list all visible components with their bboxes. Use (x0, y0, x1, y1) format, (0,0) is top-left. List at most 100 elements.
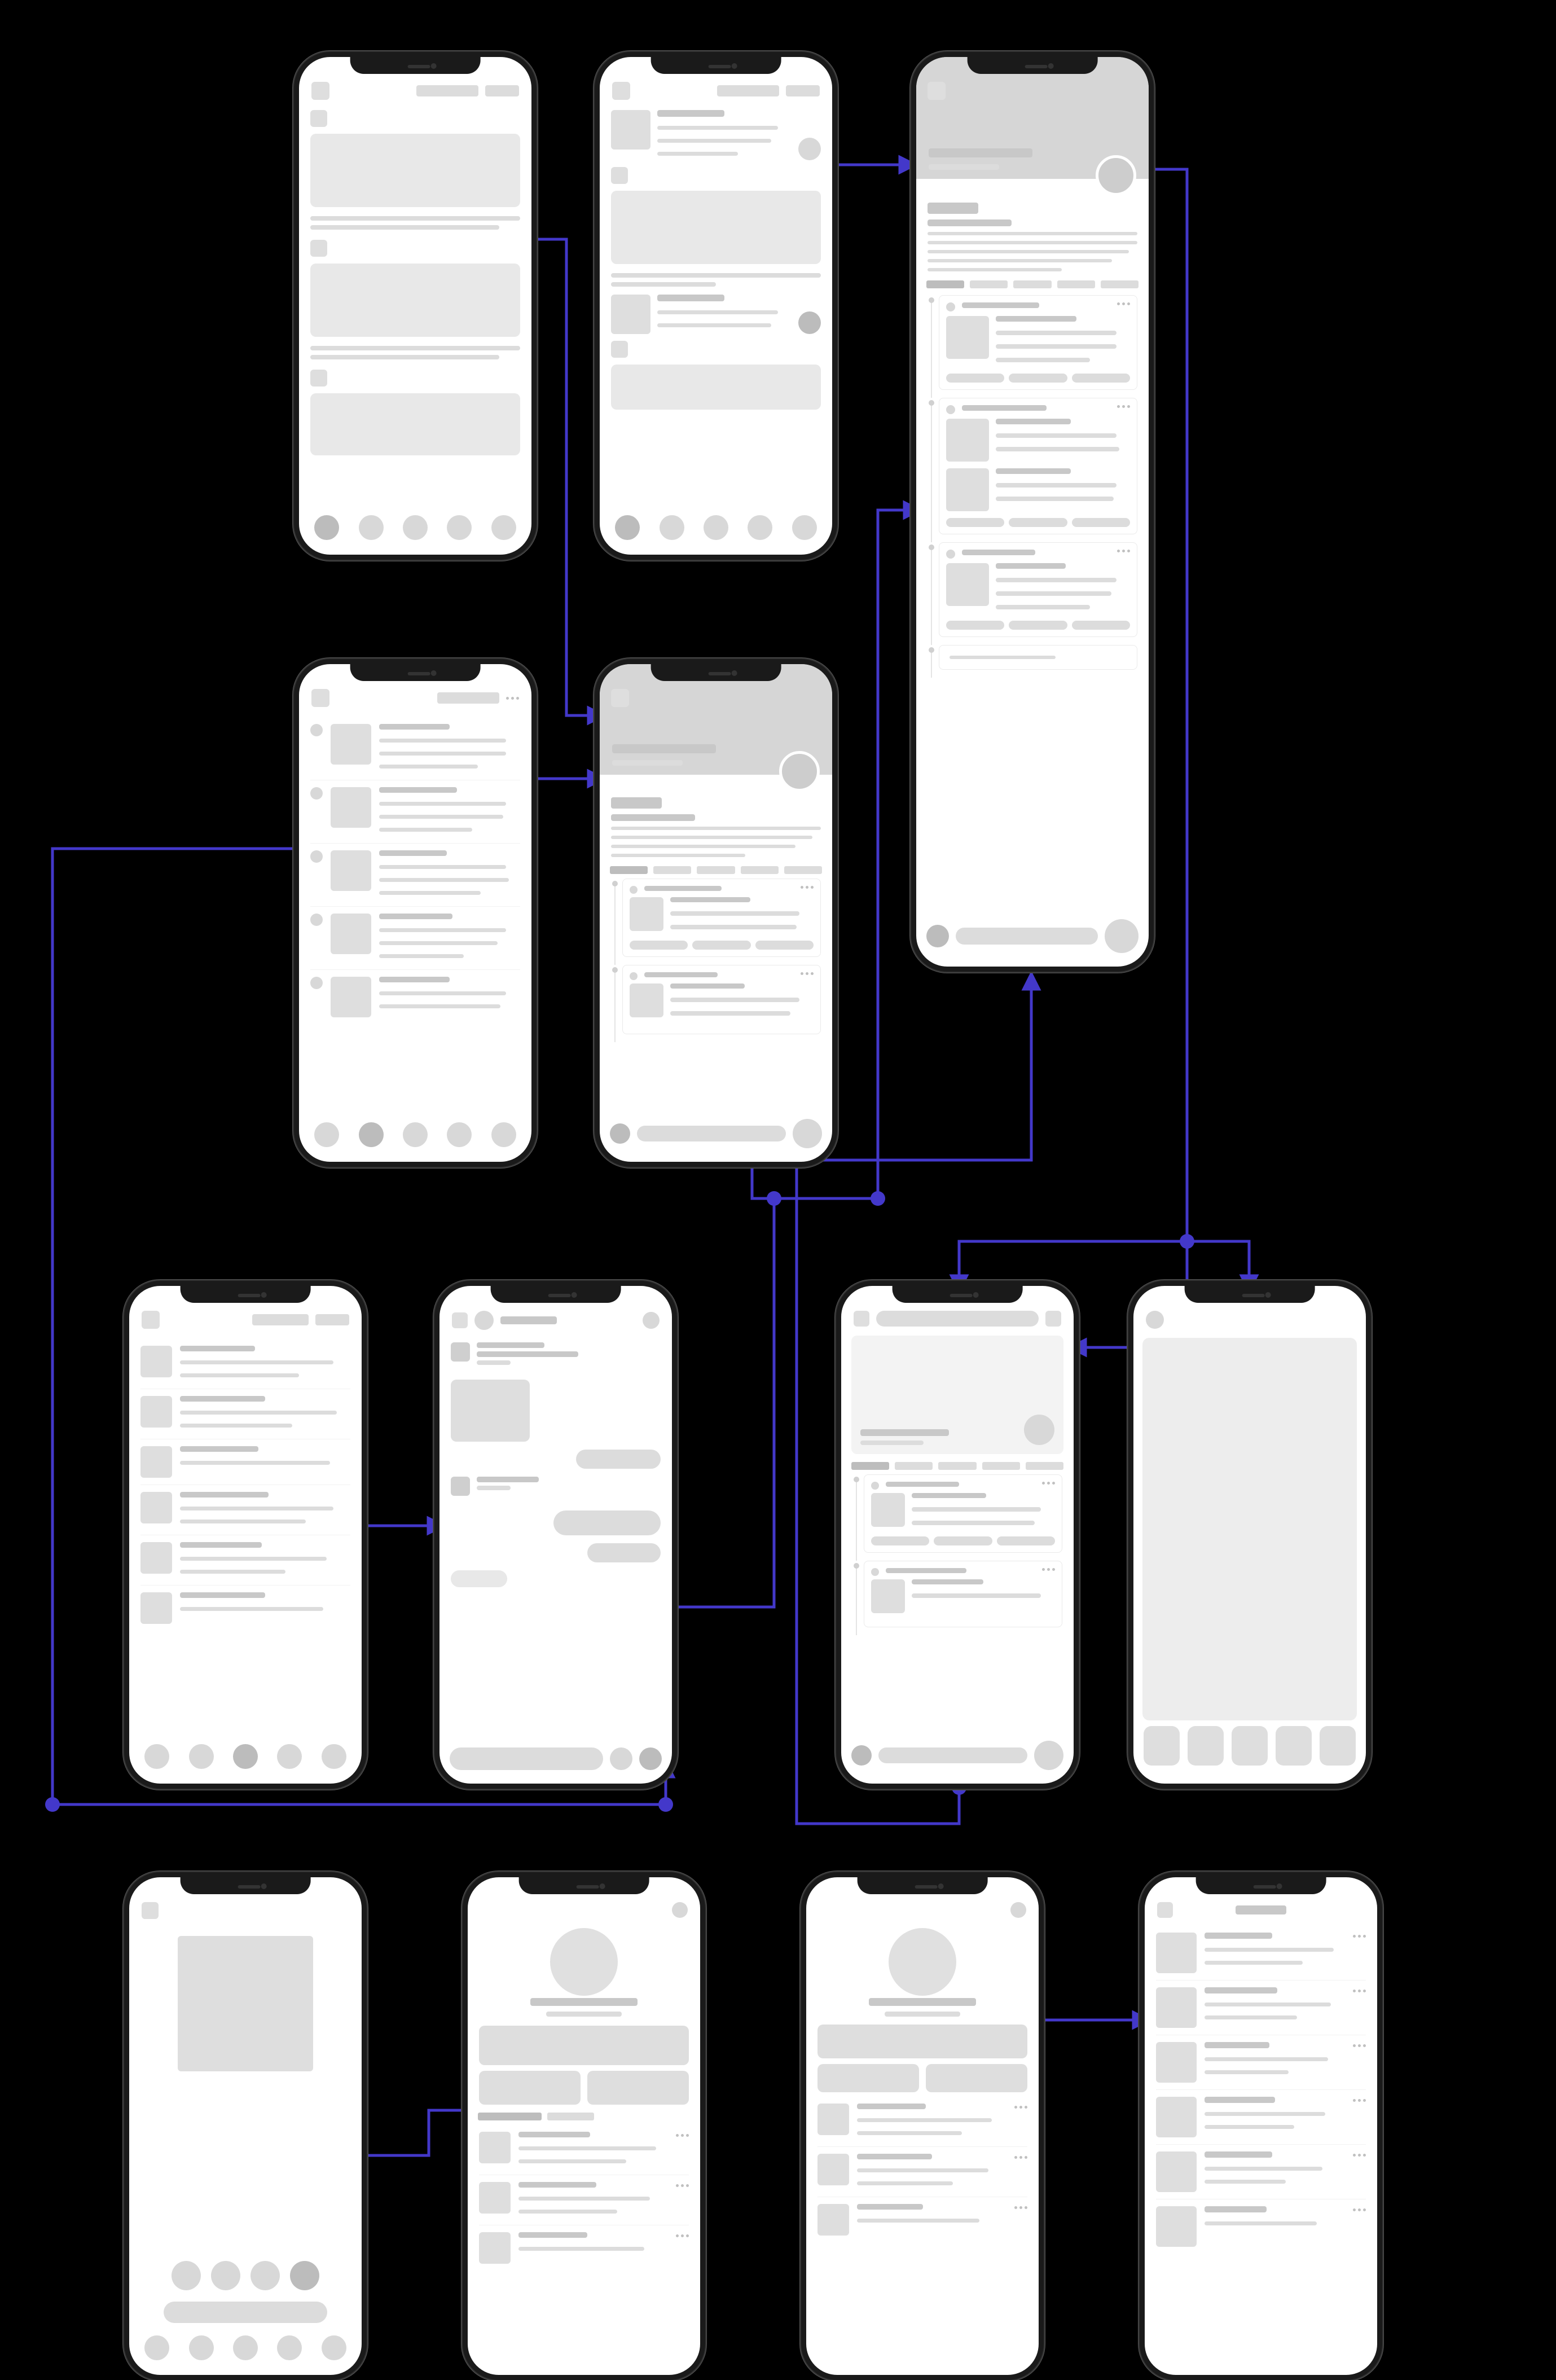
tab[interactable] (895, 1462, 933, 1470)
list-item[interactable] (1156, 2199, 1366, 2254)
settings-icon[interactable] (672, 1902, 688, 1918)
chat-input[interactable] (450, 1747, 603, 1770)
list-item[interactable] (817, 2147, 1027, 2197)
post-avatar[interactable] (310, 110, 327, 127)
profile-avatar[interactable] (550, 1928, 618, 1996)
fab[interactable] (793, 1119, 822, 1148)
tab[interactable] (1101, 280, 1139, 288)
tab-pill-2[interactable] (786, 85, 820, 96)
nav-tab[interactable] (277, 2335, 302, 2360)
chip[interactable] (611, 797, 662, 809)
nav-tab[interactable] (189, 2335, 214, 2360)
share-target[interactable] (1276, 1726, 1312, 1766)
back-icon[interactable] (1157, 1902, 1173, 1918)
list-item[interactable] (817, 2097, 1027, 2147)
hero-avatar[interactable] (779, 751, 820, 792)
list-item[interactable] (310, 907, 520, 970)
avatar-icon[interactable] (311, 689, 329, 707)
tab[interactable] (938, 1462, 976, 1470)
more-icon[interactable] (1014, 2106, 1027, 2109)
tab[interactable] (653, 866, 691, 874)
nav-tab[interactable] (233, 2335, 258, 2360)
nav-tab[interactable] (359, 1122, 384, 1147)
filter-option[interactable] (290, 2261, 319, 2290)
conversation-row[interactable] (140, 1439, 350, 1485)
timeline-item[interactable] (928, 398, 1137, 534)
share-target[interactable] (1320, 1726, 1356, 1766)
action-icon[interactable] (1045, 1311, 1061, 1327)
list-item[interactable] (310, 717, 520, 780)
stat-card[interactable] (587, 2071, 689, 2105)
list-item[interactable] (1156, 1926, 1366, 1981)
timeline-item[interactable] (611, 879, 821, 957)
author-avatar[interactable] (1024, 1415, 1054, 1445)
tab[interactable] (982, 1462, 1020, 1470)
timeline-item[interactable] (852, 1561, 1062, 1627)
more-icon[interactable] (1353, 1935, 1366, 1938)
back-icon[interactable] (928, 82, 946, 100)
list-item[interactable] (479, 2175, 689, 2225)
tab[interactable] (478, 2113, 542, 2120)
tab[interactable] (547, 2113, 594, 2120)
conversation-row[interactable] (140, 1339, 350, 1389)
tab[interactable] (784, 866, 822, 874)
list-item[interactable] (479, 2225, 689, 2271)
tab[interactable] (926, 280, 964, 288)
tab[interactable] (610, 866, 648, 874)
search-input[interactable] (876, 1311, 1039, 1327)
conversation-row[interactable] (140, 1389, 350, 1439)
nav-tab[interactable] (144, 2335, 169, 2360)
media-thumb[interactable] (611, 295, 650, 334)
close-icon[interactable] (854, 1311, 869, 1327)
fab[interactable] (1034, 1741, 1063, 1770)
conversation-row[interactable] (140, 1586, 350, 1631)
profile-avatar[interactable] (889, 1928, 956, 1996)
more-icon[interactable] (1353, 2208, 1366, 2211)
media-preview[interactable] (178, 1936, 313, 2071)
tab[interactable] (1013, 280, 1051, 288)
timeline-item[interactable] (928, 542, 1137, 637)
nav-tab[interactable] (491, 1122, 516, 1147)
tab[interactable] (697, 866, 735, 874)
more-icon[interactable] (1353, 2099, 1366, 2102)
call-icon[interactable] (643, 1312, 660, 1329)
more-icon[interactable] (1014, 2156, 1027, 2159)
filter-option[interactable] (211, 2261, 240, 2290)
post-avatar[interactable] (611, 341, 628, 358)
feed-card[interactable] (611, 191, 821, 264)
conversation-row[interactable] (140, 1485, 350, 1535)
tab-pill[interactable] (437, 692, 499, 704)
send-icon[interactable] (639, 1747, 662, 1770)
close-icon[interactable] (142, 1902, 159, 1919)
back-icon[interactable] (611, 689, 629, 707)
feed-card[interactable] (611, 365, 821, 410)
more-icon[interactable] (1353, 2154, 1366, 2157)
tab-pill[interactable] (717, 85, 779, 96)
avatar-icon[interactable] (612, 82, 630, 100)
share-target[interactable] (1232, 1726, 1268, 1766)
filter-option[interactable] (172, 2261, 201, 2290)
message-media[interactable] (451, 1380, 530, 1442)
action-fab[interactable] (798, 311, 821, 334)
conversation-row[interactable] (140, 1535, 350, 1586)
timeline-item[interactable] (611, 965, 821, 1034)
avatar-icon[interactable] (142, 1311, 160, 1329)
feed-card[interactable] (310, 264, 520, 337)
nav-tab[interactable] (314, 1122, 339, 1147)
tab-pill[interactable] (416, 85, 478, 96)
feed-card[interactable] (310, 393, 520, 455)
stat-card[interactable] (926, 2064, 1027, 2092)
nav-tab-2[interactable] (660, 515, 684, 540)
stat-card[interactable] (479, 2026, 689, 2065)
avatar-icon[interactable] (311, 82, 329, 100)
media-thumb[interactable] (611, 110, 650, 150)
nav-tab-1[interactable] (314, 515, 339, 540)
list-item[interactable] (1156, 2090, 1366, 2145)
feed-card[interactable] (310, 134, 520, 207)
nav-tab[interactable] (447, 1122, 472, 1147)
more-icon[interactable] (1014, 2206, 1027, 2209)
stat-card[interactable] (479, 2071, 581, 2105)
action-icon[interactable] (851, 1745, 872, 1766)
chat-avatar[interactable] (474, 1311, 494, 1330)
nav-tab[interactable] (322, 2335, 346, 2360)
